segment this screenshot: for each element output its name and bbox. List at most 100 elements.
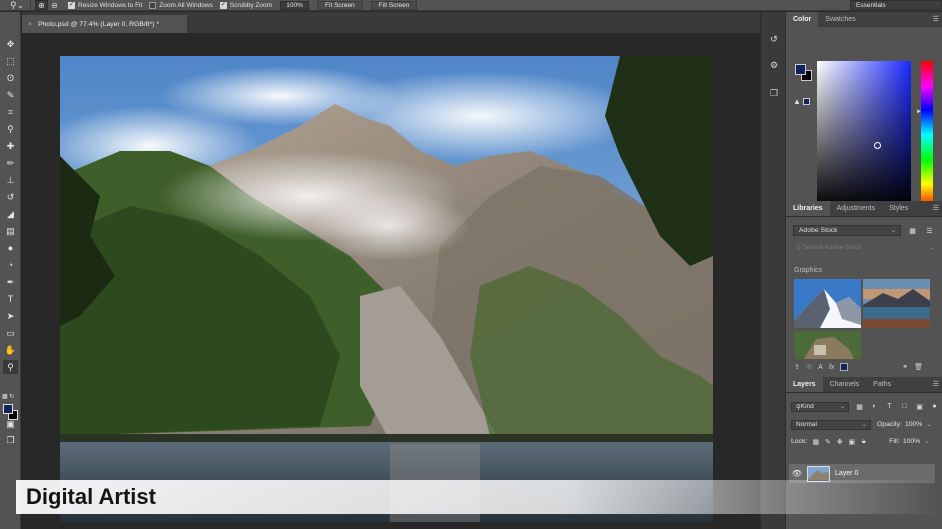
opacity-label: Opacity: xyxy=(877,421,902,428)
zoom-level-field[interactable]: 100% xyxy=(280,0,310,10)
zoom-tool[interactable]: ⚲ xyxy=(3,360,18,374)
color-field[interactable] xyxy=(817,61,911,209)
shape-filter-icon[interactable]: □ xyxy=(900,402,909,411)
tab-channels[interactable]: Channels xyxy=(823,377,867,392)
panel-menu-icon[interactable]: ☰ xyxy=(933,380,939,388)
quick-select-tool[interactable]: ✎ xyxy=(3,88,18,102)
smart-object-filter-icon[interactable]: ▣ xyxy=(915,402,924,411)
scrubby-zoom-checkbox[interactable]: ✓ Scrubby Zoom xyxy=(219,1,272,9)
caption-banner: Digital Artist xyxy=(16,480,942,514)
lock-artboard-icon[interactable]: ▣ xyxy=(847,437,856,446)
add-graphic-icon[interactable]: ☉ xyxy=(806,363,812,371)
list-view-icon[interactable]: ☰ xyxy=(924,225,935,236)
fit-screen-button[interactable]: Fit Screen xyxy=(317,0,363,10)
history-icon[interactable]: ↺ xyxy=(767,32,781,46)
fill-value[interactable]: 100% xyxy=(903,438,920,445)
crop-tool[interactable]: ⌗ xyxy=(3,105,18,119)
healing-brush-tool[interactable]: ✚ xyxy=(3,139,18,153)
hue-slider[interactable] xyxy=(921,61,933,209)
upload-icon[interactable]: ⇪ xyxy=(794,363,800,371)
snowy-mountain-thumbnail[interactable] xyxy=(794,279,861,328)
color-picker-handle[interactable] xyxy=(874,142,881,149)
panel-menu-icon[interactable]: ☰ xyxy=(933,204,939,212)
hand-tool[interactable]: ✋ xyxy=(3,343,18,357)
history-brush-tool[interactable]: ↺ xyxy=(3,190,18,204)
path-select-tool[interactable]: ➤ xyxy=(3,309,18,323)
zoom-tool-preset-icon[interactable]: ⚲⌄ xyxy=(0,0,26,11)
tab-color[interactable]: Color xyxy=(786,12,819,27)
lock-paint-icon[interactable]: ✎ xyxy=(823,437,832,446)
panel-menu-icon[interactable]: ☰ xyxy=(933,15,939,23)
lasso-tool[interactable]: ʘ xyxy=(3,71,18,85)
tab-libraries[interactable]: Libraries xyxy=(786,201,830,216)
screen-mode-icon[interactable]: ❐ xyxy=(3,433,18,447)
workspace-switcher[interactable]: Essentials xyxy=(850,0,942,10)
add-layer-style-icon[interactable]: fx xyxy=(829,364,834,371)
grid-view-icon[interactable]: ▦ xyxy=(907,225,918,236)
dodge-tool[interactable]: ◔ xyxy=(3,258,18,272)
eraser-tool[interactable]: ◢ xyxy=(3,207,18,221)
brush-tool[interactable]: ✏ xyxy=(3,156,18,170)
chevron-down-icon[interactable]: ⌄ xyxy=(924,438,929,445)
type-tool[interactable]: T xyxy=(3,292,18,306)
document-title: Photo.psd @ 77.4% (Layer 0, RGB/8*) * xyxy=(37,20,159,28)
filter-kind-label: Kind xyxy=(800,403,814,410)
tab-paths[interactable]: Paths xyxy=(866,377,898,392)
blend-mode-dropdown[interactable]: Normal ⌄ xyxy=(791,419,871,430)
layer-filter-row: ⚲ Kind ⌄ ▦ ◐ T □ ▣ ● xyxy=(791,401,939,412)
close-icon[interactable]: × xyxy=(28,21,32,28)
shape-tool[interactable]: ▭ xyxy=(3,326,18,340)
chevron-down-icon: ⌄ xyxy=(890,228,896,234)
blur-tool[interactable]: ● xyxy=(3,241,18,255)
properties-icon[interactable]: ⚙ xyxy=(767,58,781,72)
add-character-style-icon[interactable]: A xyxy=(818,364,823,371)
resize-windows-checkbox[interactable]: ✓ Resize Windows to Fit xyxy=(68,1,142,9)
tab-styles[interactable]: Styles xyxy=(882,201,915,216)
document-canvas-image[interactable] xyxy=(60,56,713,522)
default-colors-icon[interactable]: ▩ ↻ xyxy=(2,393,14,400)
tab-swatches[interactable]: Swatches xyxy=(818,12,862,27)
trash-icon[interactable]: 🗑︎ xyxy=(914,363,923,371)
move-tool[interactable]: ✥ xyxy=(3,37,18,51)
eyedropper-tool[interactable]: ⚲ xyxy=(3,122,18,136)
artboard-icon[interactable]: ❐ xyxy=(767,86,781,100)
quick-mask-icon[interactable]: ▣ xyxy=(3,417,18,431)
blend-row: Normal ⌄ Opacity: 100% ⌄ xyxy=(791,419,931,430)
lock-row: Lock: ▦ ✎ ✥ ▣ 🔒︎ Fill: 100% ⌄ xyxy=(791,436,929,447)
visibility-eye-icon[interactable]: 👁︎ xyxy=(789,469,805,478)
stock-search-input[interactable]: ⚲ Search Adobe Stock ⌄ xyxy=(793,242,937,253)
web-safe-swatch[interactable] xyxy=(803,98,810,105)
opacity-value[interactable]: 100% xyxy=(905,421,922,428)
lock-all-icon[interactable]: 🔒︎ xyxy=(859,437,868,446)
add-color-swatch[interactable] xyxy=(840,363,849,371)
gradient-tool[interactable]: ▤ xyxy=(3,224,18,238)
foreground-color-swatch[interactable] xyxy=(3,404,13,414)
lake-sunset-thumbnail[interactable] xyxy=(863,279,930,328)
tropical-hut-thumbnail[interactable] xyxy=(794,331,861,359)
zoom-all-windows-checkbox[interactable]: Zoom All Windows xyxy=(149,1,213,9)
library-dropdown[interactable]: Adobe Stock ⌄ xyxy=(793,225,901,236)
chevron-down-icon[interactable]: ⌄ xyxy=(926,421,931,428)
mountain-lake-photo xyxy=(60,56,713,522)
zoom-in-icon[interactable]: ⊕ xyxy=(35,0,48,10)
pixel-filter-icon[interactable]: ▦ xyxy=(855,402,864,411)
clone-stamp-tool[interactable]: ⊥ xyxy=(3,173,18,187)
pen-tool[interactable]: ✒ xyxy=(3,275,18,289)
lock-label: Lock: xyxy=(791,438,808,445)
filter-kind-dropdown[interactable]: ⚲ Kind ⌄ xyxy=(791,401,849,412)
marquee-tool[interactable]: ⬚ xyxy=(3,54,18,68)
filter-toggle-icon[interactable]: ● xyxy=(930,402,939,411)
zoom-out-icon[interactable]: ⊖ xyxy=(48,0,61,10)
tab-layers[interactable]: Layers xyxy=(786,377,823,392)
lock-position-icon[interactable]: ✥ xyxy=(835,437,844,446)
lock-transparent-icon[interactable]: ▦ xyxy=(811,437,820,446)
layer-name[interactable]: Layer 0 xyxy=(835,470,858,477)
foreground-color-swatch[interactable] xyxy=(795,64,806,75)
document-tab[interactable]: × Photo.psd @ 77.4% (Layer 0, RGB/8*) * xyxy=(22,15,187,33)
libraries-panel-tabs: Libraries Adjustments Styles ☰ xyxy=(786,201,942,217)
adjustment-filter-icon[interactable]: ◐ xyxy=(870,402,879,411)
fill-screen-button[interactable]: Fill Screen xyxy=(370,0,418,10)
creative-cloud-icon[interactable]: ⚭ xyxy=(902,363,908,371)
type-filter-icon[interactable]: T xyxy=(885,402,894,411)
tab-adjustments[interactable]: Adjustments xyxy=(830,201,883,216)
